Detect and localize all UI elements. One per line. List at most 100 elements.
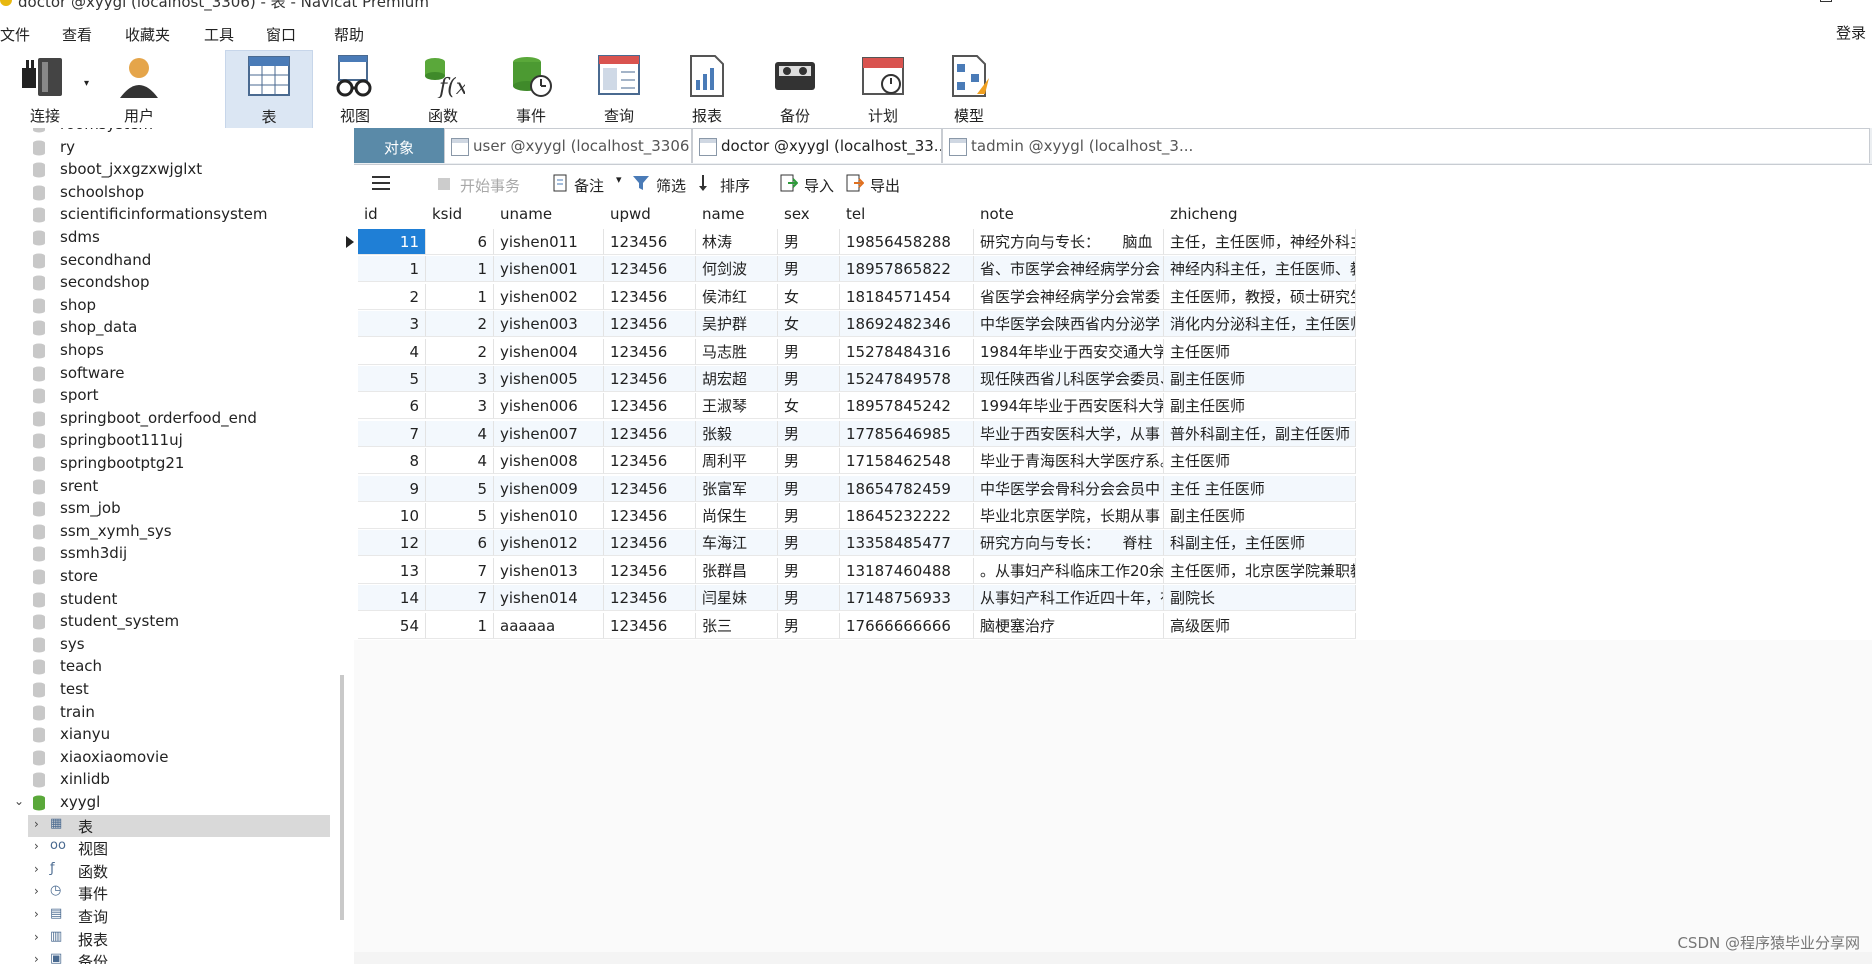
function-button[interactable]: f(x) 函数 (400, 50, 486, 128)
cell-zhicheng[interactable]: 科副主任，主任医师 (1164, 530, 1356, 557)
cell-ksid[interactable]: 7 (426, 557, 494, 584)
cell-name[interactable]: 胡宏超 (696, 366, 778, 392)
export-button[interactable]: 导出 (870, 175, 900, 196)
model-button[interactable]: 模型 (926, 50, 1012, 128)
tree-child-query[interactable]: › ▤ 查询 (28, 905, 330, 927)
tree-child-table[interactable]: › ▦ 表 (28, 814, 330, 837)
cell-zhicheng[interactable]: 主任医师 (1164, 338, 1356, 365)
cell-id[interactable]: 6 (358, 393, 426, 420)
cell-tel[interactable]: 13187460488 (840, 557, 974, 584)
cell-id[interactable]: 5 (358, 366, 426, 392)
cell-uname[interactable]: yishen006 (494, 393, 604, 420)
tree-db-ssmh3dij[interactable]: ssmh3dij (28, 543, 328, 565)
cell-note[interactable]: 毕业北京医学院，长期从事 (974, 503, 1164, 529)
table-button[interactable]: 表 (225, 50, 313, 130)
cell-upwd[interactable]: 123456 (604, 475, 696, 502)
cell-zhicheng[interactable]: 高级医师 (1164, 612, 1356, 639)
cell-ksid[interactable]: 4 (426, 448, 494, 475)
sort-button[interactable]: 排序 (720, 175, 750, 196)
cell-sex[interactable]: 男 (778, 256, 840, 283)
cell-name[interactable]: 王淑琴 (696, 393, 778, 420)
cell-sex[interactable]: 男 (778, 612, 840, 639)
chevron-right-icon[interactable]: › (34, 930, 39, 944)
cell-note[interactable]: 1984年毕业于西安交通大学 (974, 338, 1164, 365)
backup-button[interactable]: 备份 (752, 50, 838, 128)
tree-db-xyygl[interactable]: xyygl ⌄ (14, 792, 328, 814)
table-row[interactable]: 7 4 yishen007 123456 张毅男 17785646985 毕业于西安医科大学… (358, 420, 1356, 448)
cell-ksid[interactable]: 5 (426, 475, 494, 502)
cell-sex[interactable]: 男 (778, 475, 840, 502)
cell-note[interactable]: 中华医学会陕西省内分泌学 (974, 311, 1164, 338)
cell-uname[interactable]: yishen003 (494, 311, 604, 338)
cell-ksid[interactable]: 3 (426, 393, 494, 420)
cell-ksid[interactable]: 5 (426, 503, 494, 529)
cell-name[interactable]: 张富军 (696, 475, 778, 502)
tree-db-ssm_job[interactable]: ssm_job (28, 498, 328, 520)
cell-zhicheng[interactable]: 主任医师 (1164, 448, 1356, 475)
menu-view[interactable]: 查看 (62, 24, 92, 45)
tree-child-view[interactable]: › oo 视图 (28, 837, 330, 859)
tab-user[interactable]: user @xyygl (localhost_3306... (444, 128, 692, 163)
tree-db-xiaoxiaomovie[interactable]: xiaoxiaomovie (28, 747, 328, 769)
column-header-sex[interactable]: sex (778, 202, 840, 228)
cell-zhicheng[interactable]: 副主任医师 (1164, 366, 1356, 392)
cell-zhicheng[interactable]: 主任，主任医师，神经外科主 (1164, 229, 1356, 255)
cell-tel[interactable]: 15278484316 (840, 338, 974, 365)
cell-zhicheng[interactable]: 副院长 (1164, 585, 1356, 612)
cell-name[interactable]: 张三 (696, 612, 778, 639)
cell-tel[interactable]: 17785646985 (840, 420, 974, 447)
schedule-button[interactable]: 计划 (840, 50, 926, 128)
chevron-down-icon[interactable]: ⌄ (14, 794, 24, 808)
tree-db-shop_data[interactable]: shop_data (28, 317, 328, 339)
cell-tel[interactable]: 18692482346 (840, 311, 974, 338)
cell-ksid[interactable]: 7 (426, 585, 494, 612)
cell-tel[interactable]: 18645232222 (840, 503, 974, 529)
cell-id[interactable]: 8 (358, 448, 426, 475)
cell-name[interactable]: 闫星妹 (696, 585, 778, 612)
tree-db-shop[interactable]: shop (28, 295, 328, 317)
tree-db-springbootptg21[interactable]: springbootptg21 (28, 453, 328, 475)
cell-sex[interactable]: 男 (778, 420, 840, 447)
table-row[interactable]: 9 5 yishen009 123456 张富军男 18654782459 中华医学会骨科分… (358, 475, 1356, 503)
cell-upwd[interactable]: 123456 (604, 448, 696, 475)
tree-db-sport[interactable]: sport (28, 385, 328, 407)
cell-upwd[interactable]: 123456 (604, 585, 696, 612)
cell-tel[interactable]: 17666666666 (840, 612, 974, 639)
connect-dropdown-icon[interactable]: ▾ (84, 78, 89, 89)
table-row[interactable]: 13 7 yishen013 123456 张群昌男 13187460488 。从事妇产科临… (358, 557, 1356, 585)
table-row[interactable]: 10 5 yishen010 123456 尚保生男 18645232222 毕业北京医学院… (358, 503, 1356, 530)
table-row[interactable]: 12 6 yishen012 123456 车海江男 13358485477 研究方向与专长… (358, 530, 1356, 557)
table-row[interactable]: 14 7 yishen014 123456 闫星妹男 17148756933 从事妇产科工作… (358, 585, 1356, 612)
tree-db-srent[interactable]: srent (28, 476, 328, 498)
tab-objects[interactable]: 对象 (354, 128, 444, 163)
chevron-right-icon[interactable]: › (34, 862, 39, 876)
tree-db-software[interactable]: software (28, 363, 328, 385)
cell-sex[interactable]: 男 (778, 366, 840, 392)
cell-zhicheng[interactable]: 神经内科主任，主任医师、教 (1164, 256, 1356, 283)
cell-tel[interactable]: 17148756933 (840, 585, 974, 612)
cell-id[interactable]: 2 (358, 283, 426, 310)
cell-upwd[interactable]: 123456 (604, 612, 696, 639)
chevron-right-icon[interactable]: › (34, 884, 39, 898)
cell-zhicheng[interactable]: 主任 主任医师 (1164, 475, 1356, 502)
tree-db-train[interactable]: train (28, 702, 328, 724)
cell-name[interactable]: 张群昌 (696, 557, 778, 584)
tree-db-sys[interactable]: sys (28, 634, 328, 656)
cell-upwd[interactable]: 123456 (604, 420, 696, 447)
cell-ksid[interactable]: 4 (426, 420, 494, 447)
cell-upwd[interactable]: 123456 (604, 283, 696, 310)
table-row[interactable]: 3 2 yishen003 123456 吴护群女 18692482346 中华医学会陕西省… (358, 311, 1356, 338)
cell-tel[interactable]: 18184571454 (840, 283, 974, 310)
tree-db-secondhand[interactable]: secondhand (28, 250, 328, 272)
tree-db-ry[interactable]: ry (28, 137, 328, 159)
cell-note[interactable]: 。从事妇产科临床工作20余 (974, 557, 1164, 584)
cell-name[interactable]: 吴护群 (696, 311, 778, 338)
tree-child-report[interactable]: › ▥ 报表 (28, 928, 330, 950)
cell-id[interactable]: 54 (358, 612, 426, 639)
cell-sex[interactable]: 女 (778, 393, 840, 420)
tree-db-ssm_xymh_sys[interactable]: ssm_xymh_sys (28, 521, 328, 543)
tree-db-test[interactable]: test (28, 679, 328, 701)
cell-zhicheng[interactable]: 副主任医师 (1164, 503, 1356, 529)
cell-uname[interactable]: yishen007 (494, 420, 604, 447)
column-header-note[interactable]: note (974, 202, 1164, 228)
